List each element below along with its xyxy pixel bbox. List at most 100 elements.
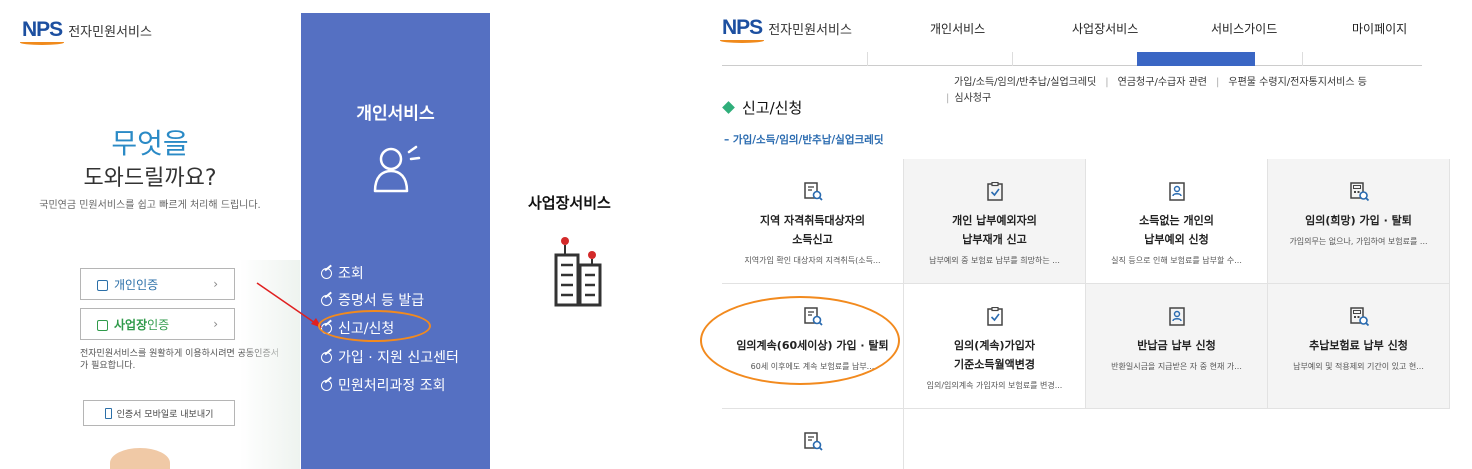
menu-item-label: 증명서 등 발급 (338, 293, 425, 309)
menu-item-certificate[interactable]: 증명서 등 발급 (321, 290, 424, 310)
menu-item-label: 신고/신청 (338, 321, 395, 337)
service-card-description: 지역가입 확인 대상자의 지격취득(소득... (744, 256, 881, 265)
service-card-title: 추납보험료 납부 신청 (1309, 339, 1408, 352)
check-circle-icon (321, 351, 332, 363)
document-search-icon (804, 182, 823, 201)
menu-item-process-inquiry[interactable]: 민원처리과정 조회 (321, 375, 446, 395)
service-card-partial[interactable] (722, 409, 904, 469)
building-icon (554, 237, 602, 307)
gnb-personal-service[interactable]: 개인서비스 (930, 20, 985, 37)
service-card[interactable]: 추납보험료 납부 신청납부예외 및 적용제외 기간이 있고 현... (1268, 284, 1450, 409)
sub-nav-active-tab[interactable] (1137, 52, 1255, 66)
hero-title-line2: 도와드릴까요? (83, 166, 217, 191)
service-card-description: 60세 이후에도 계속 보험료를 납부... (750, 362, 875, 371)
check-circle-icon (321, 267, 332, 279)
logo-text: 전자민원서비스 (68, 24, 152, 40)
service-card-title: 소득없는 개인의 납부예외 신청 (1139, 214, 1214, 246)
page-title-text: 신고/신청 (742, 99, 803, 117)
hand-illustration (110, 448, 170, 469)
export-cert-mobile-button[interactable]: 인증서 모바일로 내보내기 (83, 400, 235, 426)
service-card[interactable]: 개인 납부예외자의 납부재개 신고납부예외 중 보험료 납부를 희망하는 ... (904, 159, 1086, 284)
personal-cert-label-bold: 개인 (114, 277, 137, 292)
section-title: – 가입/소득/임의/반추납/실업크레딧 (724, 134, 884, 146)
business-cert-button[interactable]: 사업장 인증 › (80, 308, 235, 340)
logo[interactable]: NPS 전자민원서비스 (20, 18, 152, 45)
service-card-description: 반환일시금을 지급받은 자 중 현재 가... (1111, 362, 1242, 371)
logo-mark: NPS (720, 16, 765, 43)
lock-icon (97, 319, 108, 331)
category-link-join[interactable]: 가입/소득/임의/반추납/실업크레딧 (954, 77, 1096, 88)
menu-item-label: 조회 (338, 266, 364, 282)
logo[interactable]: NPS 전자민원서비스 (720, 16, 852, 43)
category-link-review-claim[interactable]: 심사청구 (954, 93, 991, 104)
id-badge-icon (1169, 307, 1185, 326)
screenshot-composite: NPS 전자민원서비스 무엇을 도와드릴까요? 국민연금 민원서비스를 쉽고 빠… (0, 0, 1472, 469)
lock-icon (97, 279, 108, 291)
category-link-mail-address[interactable]: 우편물 수령지/전자통지서비스 등 (1228, 77, 1367, 88)
check-circle-icon (321, 322, 332, 334)
main-page-panel: NPS 전자민원서비스 무엇을 도와드릴까요? 국민연금 민원서비스를 쉽고 빠… (0, 0, 700, 469)
category-links-line2: | 심사청구 (946, 93, 992, 104)
service-card[interactable]: 반납금 납부 신청반환일시금을 지급받은 자 중 현재 가... (1086, 284, 1268, 409)
service-card-title: 임의(희망) 가입 · 탈퇴 (1305, 214, 1412, 227)
service-card-description: 실직 등으로 인해 보험료를 납부할 수... (1111, 256, 1242, 265)
global-nav: NPS 전자민원서비스 개인서비스 사업장서비스 서비스가이드 마이페이지 (700, 0, 1472, 50)
service-card-title: 임의계속(60세이상) 가입 · 탈퇴 (736, 339, 889, 352)
sub-nav-strip (722, 52, 1422, 66)
business-service-title[interactable]: 사업장서비스 (528, 192, 611, 213)
service-card-description: 임의/임의계속 가입자의 보험료를 변경... (926, 381, 1063, 390)
page-title: 신고/신청 (722, 97, 803, 118)
business-cert-label: 인증 (147, 317, 170, 332)
menu-item-label: 가입 · 지원 신고센터 (338, 350, 459, 366)
service-card[interactable]: 지역 자격취득대상자의 소득신고지역가입 확인 대상자의 지격취득(소득... (722, 159, 904, 284)
service-card[interactable]: 임의(희망) 가입 · 탈퇴가입의무는 없으나, 가입하여 보험료를 ... (1268, 159, 1450, 284)
subnav-divider (867, 52, 868, 66)
calculator-search-icon (1350, 307, 1370, 327)
personal-cert-label: 인증 (136, 277, 159, 292)
category-links: 가입/소득/임의/반추납/실업크레딧 | 연금청구/수급자 관련 | 우편물 수령지/전… (954, 77, 1367, 88)
subnav-divider (1012, 52, 1013, 66)
phone-icon (104, 407, 112, 419)
business-cert-label-bold: 사업장 (114, 317, 148, 332)
service-card-description: 납부예외 및 적용제외 기간이 있고 현... (1293, 362, 1424, 371)
check-circle-icon (321, 379, 332, 391)
service-card-title: 개인 납부예외자의 납부재개 신고 (952, 214, 1037, 246)
service-card[interactable]: 임의계속(60세이상) 가입 · 탈퇴 60세 이후에도 계속 보험료를 납부..… (722, 284, 904, 409)
service-card-description: 납부예외 중 보험료 납부를 희망하는 ... (929, 256, 1060, 265)
category-link-pension-claim[interactable]: 연금청구/수급자 관련 (1118, 77, 1207, 88)
service-card[interactable]: 소득없는 개인의 납부예외 신청실직 등으로 인해 보험료를 납부할 수... (1086, 159, 1268, 284)
personal-service-menu: 개인서비스 조회 증명서 등 발급 신고/신청 가입 · 지원 신고센터 민원처… (301, 13, 490, 469)
chevron-right-icon: › (213, 277, 218, 291)
service-card[interactable]: 임의(계속)가입자 기준소득월액변경임의/임의계속 가입자의 보험료를 변경... (904, 284, 1086, 409)
export-cert-mobile-label: 인증서 모바일로 내보내기 (116, 409, 214, 420)
menu-item-label: 민원처리과정 조회 (338, 378, 446, 394)
service-card-title: 반납금 납부 신청 (1137, 339, 1216, 352)
service-card-description: 가입의무는 없으나, 가입하여 보험료를 ... (1289, 237, 1428, 246)
gnb-business-service[interactable]: 사업장서비스 (1072, 20, 1138, 37)
gnb-service-guide[interactable]: 서비스가이드 (1211, 20, 1277, 37)
background-gradient (240, 260, 300, 469)
gnb-my-page[interactable]: 마이페이지 (1352, 20, 1407, 37)
hero-title-line1: 무엇을 (111, 127, 189, 160)
service-card-title: 지역 자격취득대상자의 소득신고 (759, 214, 866, 246)
menu-item-join-support[interactable]: 가입 · 지원 신고센터 (321, 347, 459, 367)
menu-item-inquiry[interactable]: 조회 (321, 263, 364, 283)
service-card-title: 임의(계속)가입자 기준소득월액변경 (954, 339, 1035, 371)
menu-item-report-apply[interactable]: 신고/신청 (321, 318, 394, 338)
logo-text: 전자민원서비스 (768, 22, 852, 38)
clipboard-check-icon (987, 307, 1003, 326)
id-badge-icon (1169, 182, 1185, 201)
personal-service-title: 개인서비스 (356, 104, 435, 124)
clipboard-check-icon (987, 182, 1003, 201)
report-apply-page-panel: NPS 전자민원서비스 개인서비스 사업장서비스 서비스가이드 마이페이지 가입… (700, 0, 1472, 469)
diamond-icon (722, 101, 735, 114)
chevron-right-icon: › (213, 317, 218, 331)
personal-cert-button[interactable]: 개인 인증 › (80, 268, 235, 300)
logo-mark: NPS (20, 18, 65, 45)
check-circle-icon (321, 294, 332, 306)
calculator-search-icon (1350, 182, 1370, 202)
subnav-divider (1302, 52, 1303, 66)
hero-description: 국민연금 민원서비스를 쉽고 빠르게 처리해 드립니다. (39, 200, 261, 211)
document-search-icon (804, 432, 823, 451)
document-search-icon (804, 307, 823, 326)
